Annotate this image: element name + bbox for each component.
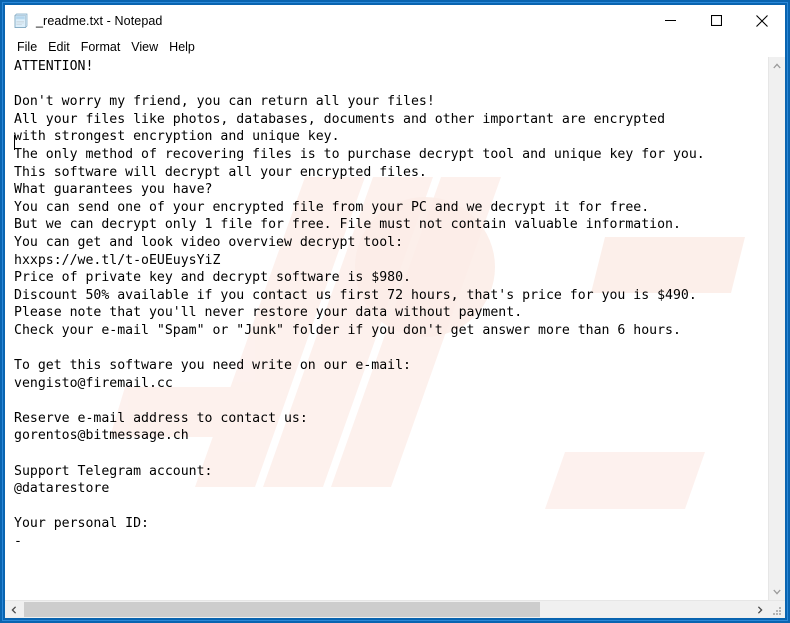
minimize-icon (664, 20, 676, 21)
title-bar[interactable]: _readme.txt - Notepad (5, 5, 785, 36)
window-frame: _readme.txt - Notepad File Edit Format V… (0, 0, 790, 623)
menu-item-edit[interactable]: Edit (43, 38, 76, 56)
chevron-left-icon (10, 605, 16, 614)
menu-item-file[interactable]: File (12, 38, 43, 56)
resize-grip[interactable] (770, 603, 784, 617)
minimize-button[interactable] (647, 5, 693, 36)
vertical-scroll-track[interactable] (769, 74, 785, 583)
scroll-up-button[interactable] (769, 57, 785, 74)
readme-text-body[interactable]: ATTENTION! Don't worry my friend, you ca… (5, 57, 705, 551)
maximize-button[interactable] (693, 5, 739, 36)
resize-grip-icon (773, 607, 781, 615)
chevron-down-icon (773, 589, 781, 595)
scroll-down-button[interactable] (769, 583, 785, 600)
menu-item-format[interactable]: Format (76, 38, 127, 56)
chevron-right-icon (757, 605, 763, 614)
horizontal-scroll-thumb[interactable] (24, 602, 540, 617)
close-icon (756, 14, 768, 27)
maximize-icon (710, 15, 722, 26)
notepad-window: _readme.txt - Notepad File Edit Format V… (5, 5, 785, 618)
scroll-left-button[interactable] (5, 601, 22, 618)
menu-item-view[interactable]: View (126, 38, 164, 56)
vertical-scrollbar[interactable] (768, 57, 785, 600)
menu-item-help[interactable]: Help (164, 38, 201, 56)
scroll-right-button[interactable] (751, 601, 768, 618)
text-caret (14, 135, 15, 150)
window-controls (647, 5, 785, 36)
menu-bar: File Edit Format View Help (5, 36, 785, 57)
window-title: _readme.txt - Notepad (36, 13, 163, 28)
close-button[interactable] (739, 5, 785, 36)
chevron-up-icon (773, 62, 781, 68)
notepad-document-icon (13, 13, 29, 29)
text-editor-area[interactable]: ATTENTION! Don't worry my friend, you ca… (5, 57, 785, 600)
horizontal-scrollbar[interactable] (5, 600, 785, 618)
